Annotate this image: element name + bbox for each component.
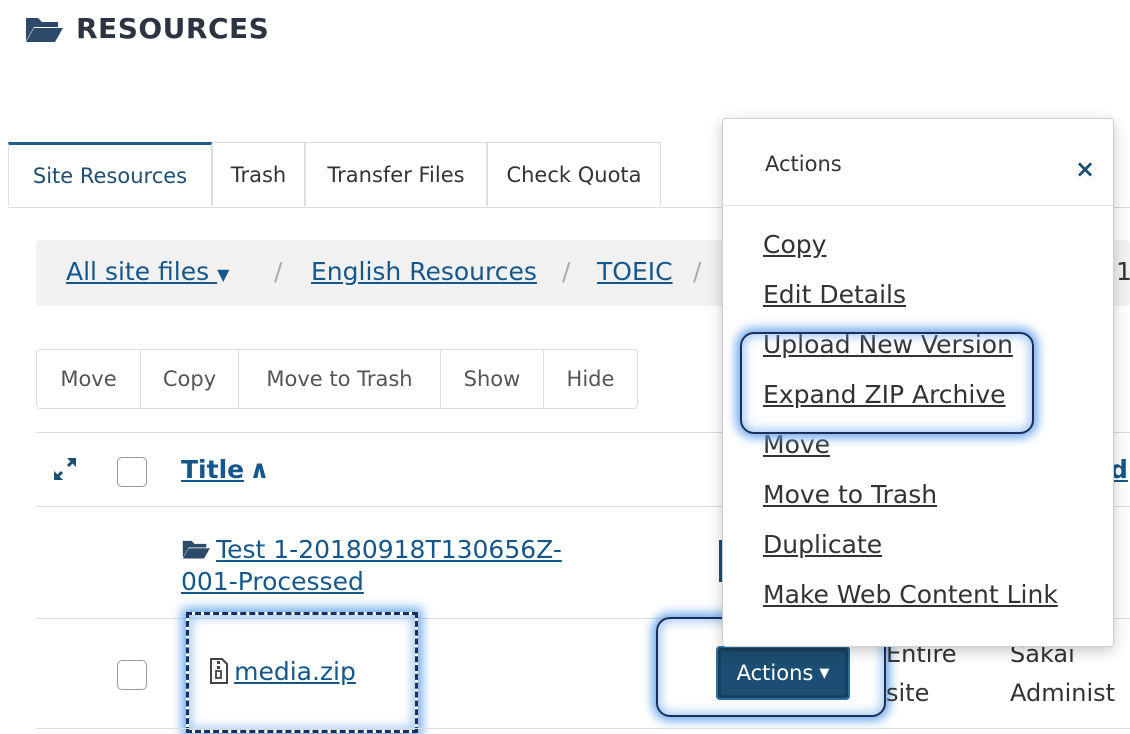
folder-link[interactable]: Test 1-20180918T130656Z- (216, 535, 562, 564)
tab-check-quota[interactable]: Check Quota (487, 142, 661, 206)
caret-down-icon: ▼ (217, 265, 230, 284)
tab-transfer-files[interactable]: Transfer Files (305, 142, 487, 206)
access-label-continued: site (886, 679, 930, 707)
popover-title: Actions (765, 152, 842, 176)
folder-link-continued[interactable]: 001-Processed (181, 567, 364, 596)
zip-file-icon (210, 658, 228, 684)
menu-item-make-web-content-link[interactable]: Make Web Content Link (763, 580, 1058, 609)
menu-item-duplicate[interactable]: Duplicate (763, 530, 882, 559)
table-row-border (36, 728, 1130, 729)
breadcrumb-toeic[interactable]: TOEIC (597, 257, 673, 286)
menu-item-move-to-trash[interactable]: Move to Trash (763, 480, 937, 509)
menu-item-copy[interactable]: Copy (763, 230, 826, 259)
title-column-header[interactable]: Title ∧ (181, 455, 270, 484)
breadcrumb-english-resources[interactable]: English Resources (311, 257, 537, 286)
close-icon[interactable]: × (1075, 155, 1095, 183)
move-to-trash-button[interactable]: Move to Trash (238, 349, 441, 409)
folder-open-icon (26, 17, 63, 42)
tab-bar: Site Resources Trash Transfer Files Chec… (8, 142, 661, 208)
breadcrumb-all-site-files[interactable]: All site files ▼ (66, 257, 229, 286)
folder-open-icon (182, 540, 210, 559)
page-title: RESOURCES (76, 12, 270, 45)
breadcrumb-separator: / (693, 257, 702, 286)
select-all-checkbox[interactable] (117, 457, 147, 487)
zip-file-link[interactable]: media.zip (209, 657, 356, 686)
copy-button[interactable]: Copy (140, 349, 239, 409)
highlight-box-menu (740, 332, 1034, 434)
toolbar: Move Copy Move to Trash Show Hide (36, 349, 638, 409)
menu-item-edit-details[interactable]: Edit Details (763, 280, 906, 309)
actions-button[interactable]: Actions ▼ (718, 648, 848, 698)
menu-item-move[interactable]: Move (763, 430, 830, 459)
tab-site-resources[interactable]: Site Resources (8, 142, 212, 206)
page-header: RESOURCES (24, 12, 269, 45)
owner-label-continued: Administ (1010, 679, 1116, 707)
breadcrumb-separator: / (274, 257, 283, 286)
tab-trash[interactable]: Trash (212, 142, 305, 206)
breadcrumb-overflow-text: 1 (1116, 257, 1130, 286)
row-checkbox[interactable] (117, 660, 147, 690)
caret-down-icon: ▼ (819, 665, 830, 681)
show-button[interactable]: Show (440, 349, 544, 409)
expand-icon[interactable] (52, 456, 78, 482)
breadcrumb-separator: / (562, 257, 571, 286)
move-button[interactable]: Move (36, 349, 141, 409)
popover-header: Actions × (723, 119, 1113, 206)
hide-button[interactable]: Hide (543, 349, 638, 409)
sort-ascending-icon: ∧ (249, 455, 270, 484)
